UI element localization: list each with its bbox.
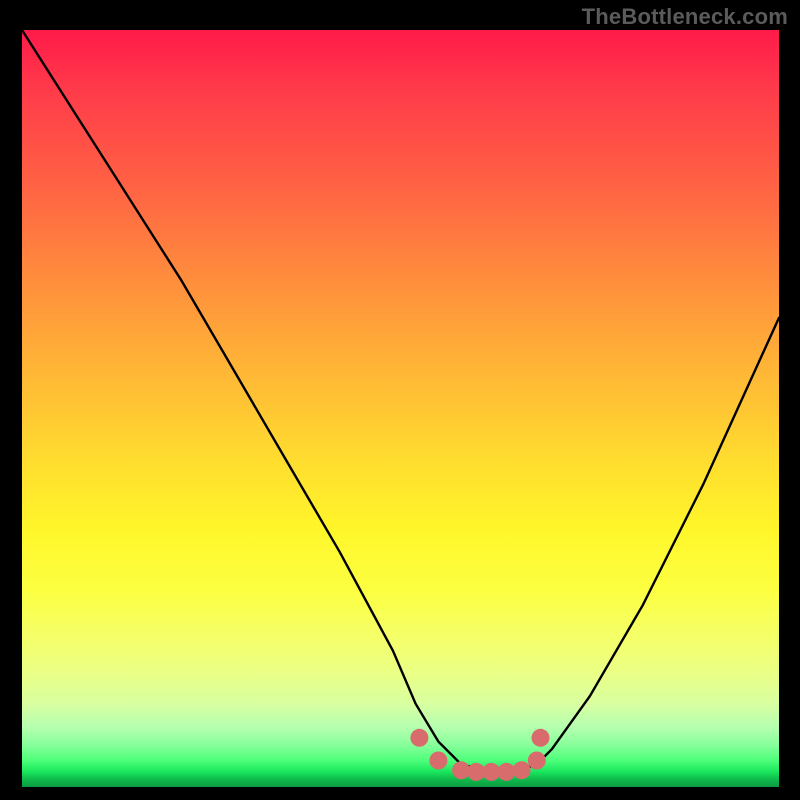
marker-dot [410,729,428,747]
attribution-label: TheBottleneck.com [582,4,788,30]
chart-frame: TheBottleneck.com [0,0,800,800]
marker-dot [513,761,531,779]
bottom-marker-dots [410,729,549,781]
marker-dot [429,752,447,770]
marker-dot [532,729,550,747]
plot-area [22,30,779,787]
bottleneck-curve [22,30,779,772]
marker-dot [528,752,546,770]
curve-layer [22,30,779,787]
